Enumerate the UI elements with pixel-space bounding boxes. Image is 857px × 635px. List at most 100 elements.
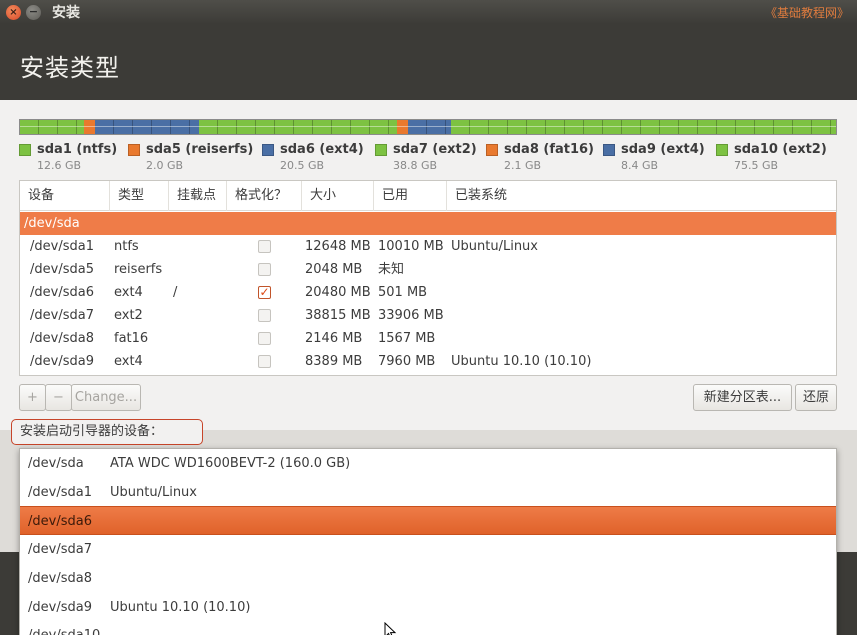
disk-segment-sda10 bbox=[450, 120, 837, 134]
column-header-device[interactable]: 设备 bbox=[20, 181, 110, 211]
revert-button[interactable]: 还原 bbox=[795, 384, 837, 411]
legend-size: 20.5 GB bbox=[280, 159, 325, 172]
legend-size: 12.6 GB bbox=[37, 159, 82, 172]
remove-partition-button[interactable]: − bbox=[45, 384, 72, 411]
legend-size: 2.0 GB bbox=[146, 159, 184, 172]
disk-segment-sda9 bbox=[407, 120, 451, 134]
cell-system: Ubuntu/Linux bbox=[451, 239, 538, 254]
column-header-format[interactable]: 格式化？ bbox=[227, 181, 302, 211]
cell-size: 2048 MB bbox=[305, 262, 363, 277]
legend-name: sda8 (fat16) bbox=[504, 142, 595, 157]
dropdown-item[interactable]: /dev/sda1 Ubuntu/Linux bbox=[20, 478, 836, 507]
disk-segment-sda7 bbox=[199, 120, 398, 134]
dropdown-item[interactable]: /dev/sda10 bbox=[20, 621, 836, 635]
window-minimize-button[interactable]: − bbox=[26, 4, 41, 20]
disk-segment-sda6 bbox=[94, 120, 200, 134]
cell-type: reiserfs bbox=[114, 262, 163, 277]
cell-device: /dev/sda8 bbox=[30, 331, 94, 346]
cell-size: 8389 MB bbox=[305, 354, 363, 369]
cell-type: ntfs bbox=[114, 239, 139, 254]
cell-used: 501 MB bbox=[378, 285, 428, 300]
cell-type: ext2 bbox=[114, 308, 143, 323]
dropdown-item-selected[interactable]: /dev/sda6 bbox=[20, 506, 836, 535]
cell-mount: / bbox=[173, 285, 178, 300]
cell-size: 20480 MB bbox=[305, 285, 371, 300]
legend-size: 75.5 GB bbox=[734, 159, 779, 172]
format-checkbox[interactable] bbox=[258, 263, 271, 276]
legend-swatch bbox=[128, 144, 140, 156]
format-checkbox[interactable] bbox=[258, 332, 271, 345]
legend-name: sda7 (ext2) bbox=[393, 142, 477, 157]
mouse-pointer-icon bbox=[384, 622, 397, 635]
cell-device: /dev/sda6 bbox=[30, 285, 94, 300]
partition-table[interactable]: 设备 类型 挂载点 格式化？ 大小 已用 已装系统 /dev/sda /dev/… bbox=[19, 180, 837, 376]
table-row[interactable]: /dev/sda6 ext4 / ✓ 20480 MB 501 MB bbox=[20, 281, 836, 304]
disk-segment-sda5 bbox=[84, 120, 95, 134]
table-row[interactable]: /dev/sda9 ext4 8389 MB 7960 MB Ubuntu 10… bbox=[20, 350, 836, 373]
dropdown-item-device: /dev/sda9 bbox=[28, 600, 92, 615]
cell-device: /dev/sda9 bbox=[30, 354, 94, 369]
cell-used: 未知 bbox=[378, 262, 405, 277]
cell-used: 1567 MB bbox=[378, 331, 436, 346]
cell-used: 10010 MB bbox=[378, 239, 444, 254]
dropdown-item[interactable]: /dev/sda8 bbox=[20, 564, 836, 593]
legend-swatch bbox=[375, 144, 387, 156]
table-row[interactable]: /dev/sda7 ext2 38815 MB 33906 MB bbox=[20, 304, 836, 327]
dropdown-item-device: /dev/sda10 bbox=[28, 621, 100, 635]
table-row[interactable]: /dev/sda5 reiserfs 2048 MB 未知 bbox=[20, 258, 836, 281]
new-partition-table-button[interactable]: 新建分区表... bbox=[693, 384, 792, 411]
watermark-text: 《基础教程网》 bbox=[764, 6, 849, 20]
dropdown-item-device: /dev/sda1 bbox=[28, 485, 92, 500]
boot-device-dropdown-list[interactable]: /dev/sda ATA WDC WD1600BEVT-2 (160.0 GB)… bbox=[19, 448, 837, 635]
disk-device-name: /dev/sda bbox=[24, 216, 80, 231]
legend-name: sda10 (ext2) bbox=[734, 142, 827, 157]
dropdown-item[interactable]: /dev/sda9 Ubuntu 10.10 (10.10) bbox=[20, 593, 836, 622]
content-area: sda1 (ntfs) 12.6 GB sda5 (reiserfs) 2.0 GB s… bbox=[0, 100, 857, 635]
legend-size: 38.8 GB bbox=[393, 159, 438, 172]
page-header: 安装类型 bbox=[0, 24, 857, 100]
cell-size: 12648 MB bbox=[305, 239, 371, 254]
dropdown-item-desc: Ubuntu/Linux bbox=[110, 485, 197, 500]
format-checkbox[interactable] bbox=[258, 309, 271, 322]
column-header-used[interactable]: 已用 bbox=[374, 181, 447, 211]
column-header-mount[interactable]: 挂载点 bbox=[169, 181, 227, 211]
table-row[interactable]: /dev/sda1 ntfs 12648 MB 10010 MB Ubuntu/… bbox=[20, 235, 836, 258]
cell-device: /dev/sda1 bbox=[30, 239, 94, 254]
format-checkbox[interactable] bbox=[258, 240, 271, 253]
change-partition-button[interactable]: Change... bbox=[71, 384, 141, 411]
page-title: 安装类型 bbox=[20, 54, 120, 82]
cell-system: Ubuntu 10.10 (10.10) bbox=[451, 354, 592, 369]
legend-name: sda5 (reiserfs) bbox=[146, 142, 254, 157]
boot-loader-label: 安装启动引导器的设备： bbox=[11, 419, 203, 445]
dropdown-item-desc: Ubuntu 10.10 (10.10) bbox=[110, 600, 251, 615]
add-partition-button[interactable]: + bbox=[19, 384, 46, 411]
format-checkbox[interactable] bbox=[258, 355, 271, 368]
dropdown-item-desc: ATA WDC WD1600BEVT-2 (160.0 GB) bbox=[110, 456, 351, 471]
table-row[interactable]: /dev/sda8 fat16 2146 MB 1567 MB bbox=[20, 327, 836, 350]
legend-size: 2.1 GB bbox=[504, 159, 542, 172]
column-header-size[interactable]: 大小 bbox=[302, 181, 374, 211]
column-header-type[interactable]: 类型 bbox=[110, 181, 169, 211]
cell-device: /dev/sda7 bbox=[30, 308, 94, 323]
dropdown-item[interactable]: /dev/sda7 bbox=[20, 535, 836, 564]
cell-type: ext4 bbox=[114, 285, 143, 300]
legend-name: sda9 (ext4) bbox=[621, 142, 705, 157]
window-title: 安装 bbox=[52, 5, 80, 21]
window-close-button[interactable]: × bbox=[6, 4, 21, 20]
dropdown-item[interactable]: /dev/sda ATA WDC WD1600BEVT-2 (160.0 GB) bbox=[20, 449, 836, 478]
table-row-disk[interactable]: /dev/sda bbox=[20, 212, 836, 235]
legend-size: 8.4 GB bbox=[621, 159, 659, 172]
disk-segment-sda1 bbox=[20, 120, 85, 134]
disk-partition-bar bbox=[19, 119, 837, 135]
cell-type: fat16 bbox=[114, 331, 149, 346]
dropdown-item-device: /dev/sda bbox=[28, 456, 84, 471]
cell-size: 2146 MB bbox=[305, 331, 363, 346]
cell-size: 38815 MB bbox=[305, 308, 371, 323]
legend-name: sda1 (ntfs) bbox=[37, 142, 118, 157]
cell-used: 33906 MB bbox=[378, 308, 444, 323]
format-checkbox-checked[interactable]: ✓ bbox=[258, 286, 271, 299]
column-header-system[interactable]: 已装系统 bbox=[447, 181, 836, 211]
cell-device: /dev/sda5 bbox=[30, 262, 94, 277]
legend-name: sda6 (ext4) bbox=[280, 142, 364, 157]
partition-legend: sda1 (ntfs) 12.6 GB sda5 (reiserfs) 2.0 GB s… bbox=[19, 142, 849, 174]
